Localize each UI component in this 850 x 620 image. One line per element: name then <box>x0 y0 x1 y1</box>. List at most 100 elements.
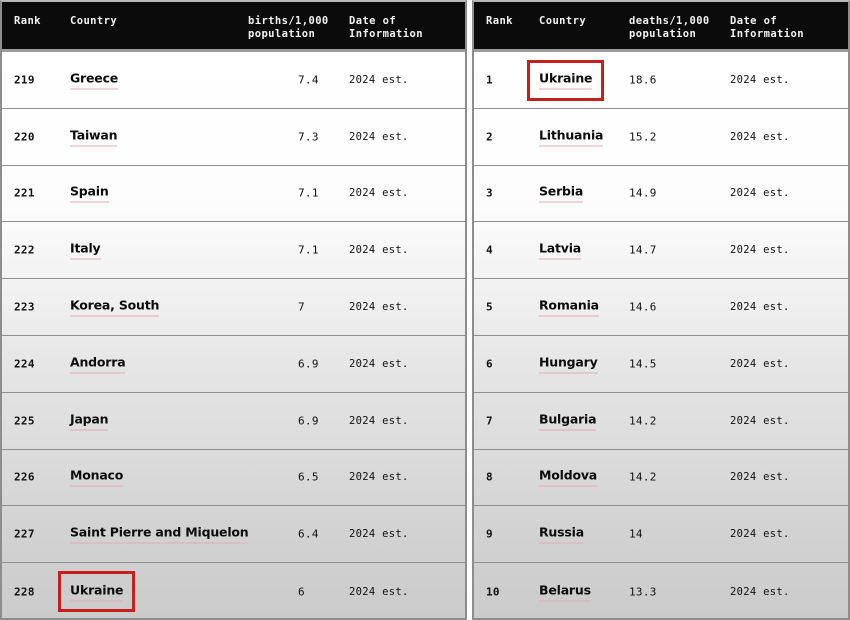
country-link[interactable]: Monaco <box>70 468 123 487</box>
table-row: 223 Korea, South 7 2024 est. <box>2 279 465 336</box>
cell-date-of-information: 2024 est. <box>730 130 790 143</box>
birth-rate-table-header: Rank Country births/1,000 population Dat… <box>0 0 467 52</box>
cell-date-of-information: 2024 est. <box>349 187 409 200</box>
table-row: 5 Romania 14.6 2024 est. <box>474 279 848 336</box>
cell-rate-value: 14.7 <box>629 243 657 257</box>
cell-date-of-information: 2024 est. <box>730 585 790 598</box>
table-row: 227 Saint Pierre and Miquelon 6.4 2024 est. <box>2 506 465 564</box>
table-row: 226 Monaco 6.5 2024 est. <box>2 450 465 507</box>
column-header-date-of-information: Date of Information <box>349 15 423 40</box>
cell-date-of-information: 2024 est. <box>730 528 790 541</box>
cell-date-of-information: 2024 est. <box>349 585 409 598</box>
cell-date-of-information: 2024 est. <box>349 244 409 257</box>
cell-rate-value: 6.9 <box>298 414 319 428</box>
cell-date-of-information: 2024 est. <box>349 414 409 427</box>
cell-date-of-information: 2024 est. <box>730 414 790 427</box>
table-row: 7 Bulgaria 14.2 2024 est. <box>474 393 848 450</box>
cell-rank: 2 <box>486 130 493 144</box>
cell-date-of-information: 2024 est. <box>349 471 409 484</box>
table-row: 220 Taiwan 7.3 2024 est. <box>2 109 465 166</box>
country-link[interactable]: Romania <box>539 298 599 317</box>
column-header-deaths-per-1000: deaths/1,000 population <box>629 15 710 40</box>
country-link[interactable]: Belarus <box>539 582 591 602</box>
table-row: 219 Greece 7.4 2024 est. <box>2 52 465 109</box>
cell-rank: 220 <box>14 130 35 144</box>
table-row: 8 Moldova 14.2 2024 est. <box>474 450 848 507</box>
cell-rank: 222 <box>14 243 35 257</box>
country-link[interactable]: Japan <box>70 411 109 431</box>
cell-date-of-information: 2024 est. <box>730 73 790 86</box>
death-rate-table-header: Rank Country deaths/1,000 population Dat… <box>472 0 850 52</box>
cell-rate-value: 6.9 <box>298 357 319 371</box>
table-row: 10 Belarus 13.3 2024 est. <box>474 563 848 620</box>
country-link[interactable]: Hungary <box>539 354 598 374</box>
country-link[interactable]: Ukraine <box>70 582 124 602</box>
cell-rank: 228 <box>14 585 35 599</box>
cell-date-of-information: 2024 est. <box>349 73 409 86</box>
cell-rate-value: 18.6 <box>629 73 657 87</box>
cell-rank: 10 <box>486 585 500 599</box>
cell-rate-value: 13.3 <box>629 585 657 599</box>
cell-rank: 224 <box>14 357 35 371</box>
cell-rank: 7 <box>486 414 493 428</box>
cell-rate-value: 14.2 <box>629 470 657 484</box>
cell-rate-value: 15.2 <box>629 130 657 144</box>
cell-date-of-information: 2024 est. <box>730 301 790 314</box>
table-row: 221 Spain 7.1 2024 est. <box>2 166 465 223</box>
cell-rate-value: 14 <box>629 527 643 541</box>
cell-date-of-information: 2024 est. <box>730 187 790 200</box>
country-link[interactable]: Taiwan <box>70 127 118 147</box>
cell-rate-value: 7.1 <box>298 186 319 200</box>
cell-date-of-information: 2024 est. <box>349 301 409 314</box>
table-row: 1 Ukraine 18.6 2024 est. <box>474 52 848 109</box>
country-link[interactable]: Italy <box>70 241 101 260</box>
cell-rank: 223 <box>14 300 35 314</box>
cell-rate-value: 7.4 <box>298 73 319 87</box>
cell-rate-value: 6.5 <box>298 470 319 484</box>
cell-rank: 8 <box>486 470 493 484</box>
cell-rank: 9 <box>486 527 493 541</box>
cell-rate-value: 7 <box>298 300 305 314</box>
table-row: 3 Serbia 14.9 2024 est. <box>474 166 848 223</box>
cell-rank: 4 <box>486 243 493 257</box>
country-link[interactable]: Andorra <box>70 354 126 374</box>
country-link[interactable]: Korea, South <box>70 298 159 317</box>
cell-date-of-information: 2024 est. <box>349 528 409 541</box>
country-link[interactable]: Saint Pierre and Miquelon <box>70 525 249 544</box>
column-header-country: Country <box>70 15 118 27</box>
cell-rank: 219 <box>14 73 35 87</box>
cell-date-of-information: 2024 est. <box>730 357 790 370</box>
country-link[interactable]: Greece <box>70 70 118 90</box>
country-link[interactable]: Ukraine <box>539 70 593 90</box>
cell-rank: 225 <box>14 414 35 428</box>
table-row: 222 Italy 7.1 2024 est. <box>2 222 465 280</box>
table-row: 224 Andorra 6.9 2024 est. <box>2 336 465 393</box>
country-link[interactable]: Moldova <box>539 468 597 487</box>
country-link[interactable]: Serbia <box>539 184 583 203</box>
cell-rank: 1 <box>486 73 493 87</box>
cell-rank: 221 <box>14 186 35 200</box>
country-link[interactable]: Spain <box>70 184 109 203</box>
cell-rank: 3 <box>486 186 493 200</box>
death-rate-table-panel: Rank Country deaths/1,000 population Dat… <box>472 0 850 620</box>
cell-rank: 227 <box>14 527 35 541</box>
death-rate-table-body: 1 Ukraine 18.6 2024 est. 2 Lithuania 15.2 2024 … <box>472 52 850 620</box>
cell-date-of-information: 2024 est. <box>349 357 409 370</box>
birth-rate-table-panel: Rank Country births/1,000 population Dat… <box>0 0 467 620</box>
cell-rate-value: 14.5 <box>629 357 657 371</box>
country-link[interactable]: Russia <box>539 525 584 544</box>
screenshot-root: Rank Country births/1,000 population Dat… <box>0 0 850 620</box>
cell-rate-value: 6.4 <box>298 527 319 541</box>
cell-date-of-information: 2024 est. <box>730 471 790 484</box>
table-row: 225 Japan 6.9 2024 est. <box>2 393 465 450</box>
cell-rate-value: 7.3 <box>298 130 319 144</box>
country-link[interactable]: Latvia <box>539 241 581 260</box>
table-row: 6 Hungary 14.5 2024 est. <box>474 336 848 393</box>
cell-rate-value: 7.1 <box>298 243 319 257</box>
cell-rate-value: 6 <box>298 585 305 599</box>
cell-rate-value: 14.2 <box>629 414 657 428</box>
cell-rank: 226 <box>14 470 35 484</box>
column-header-country: Country <box>539 15 587 27</box>
country-link[interactable]: Lithuania <box>539 127 603 147</box>
country-link[interactable]: Bulgaria <box>539 411 597 431</box>
